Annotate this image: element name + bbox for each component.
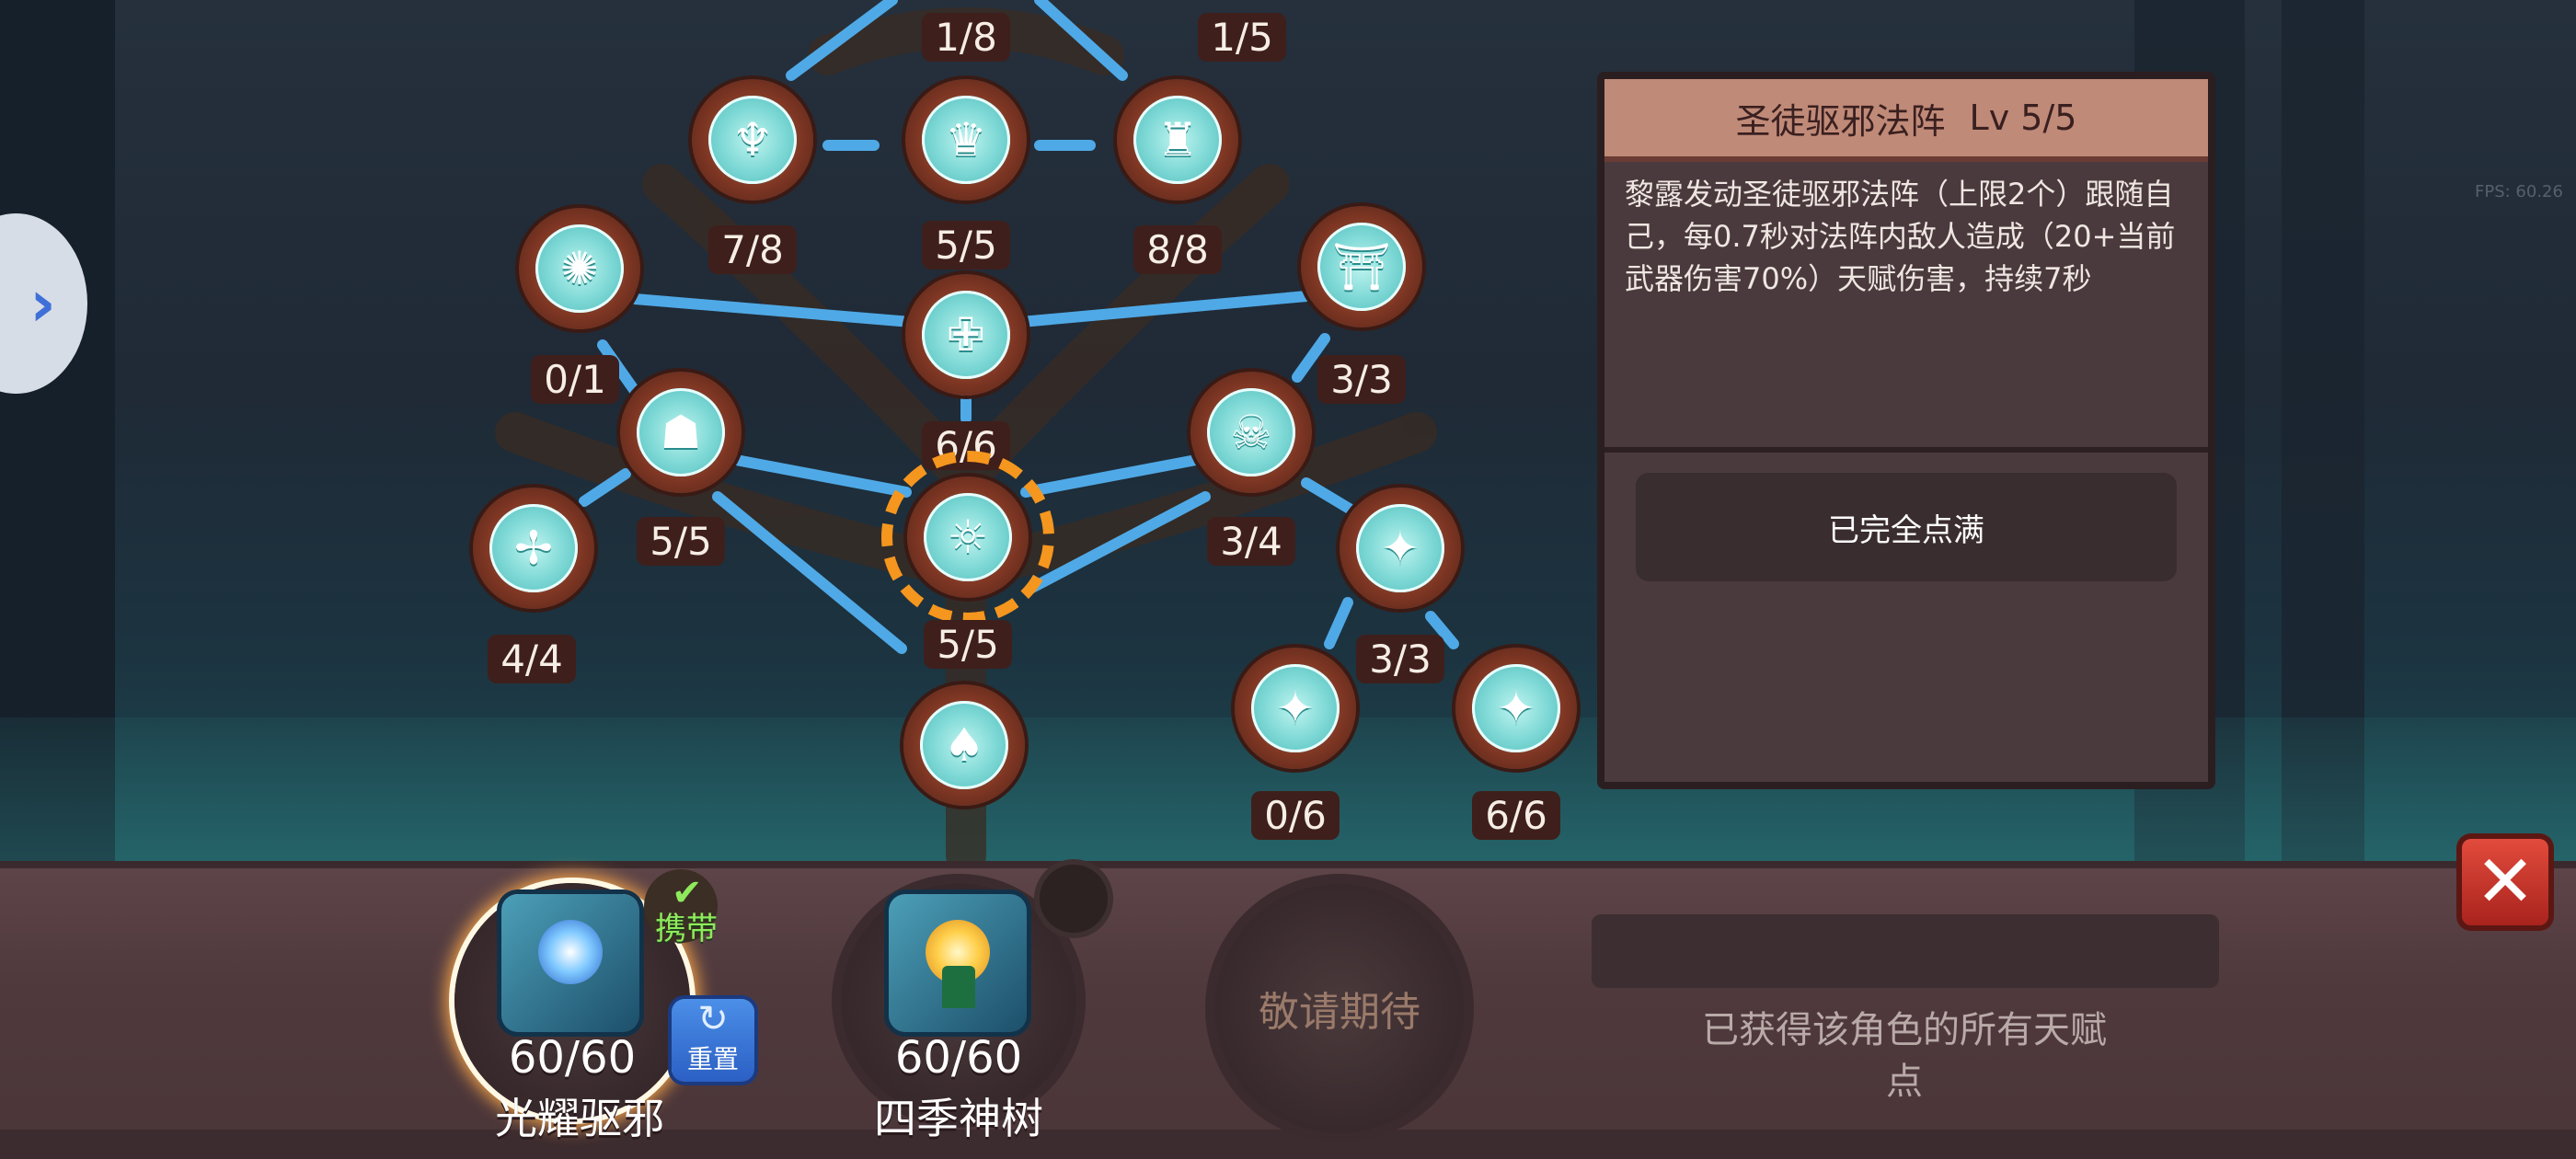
- reset-button[interactable]: ↻ 重置: [672, 999, 754, 1082]
- shrine-icon: ☗: [660, 406, 702, 459]
- node-level-label: 3/4: [1207, 517, 1295, 566]
- talent-node-skull[interactable]: ☠: [1190, 372, 1312, 493]
- node-level-label: 0/6: [1251, 791, 1340, 840]
- reset-icon: ↻: [697, 998, 729, 1040]
- coming-soon-label: 敬请期待: [1259, 989, 1420, 1036]
- reset-label: 重置: [686, 1044, 739, 1074]
- maxed-status-button[interactable]: 已完全点满: [1636, 473, 2177, 581]
- talent-title: 圣徒驱邪法阵: [1735, 100, 1946, 142]
- game-scene: 1/8 1/5 ♆ 7/8 ♛ 5/5 ♜ 8/8 ✺ 0/1 ✙ 6/6 ⛩ …: [0, 0, 2576, 1159]
- altar-icon: ⛩: [1332, 240, 1391, 293]
- crown-icon: ♛: [945, 113, 987, 166]
- info-field: [1592, 914, 2219, 988]
- holy-circle-icon: ☼: [947, 511, 989, 564]
- skull-icon: ☠: [1230, 406, 1272, 459]
- talent-level: Lv 5/5: [1969, 98, 2077, 138]
- talent-info-panel: 圣徒驱邪法阵 Lv 5/5 黎露发动圣徒驱邪法阵（上限2个）跟随自己，每0.7秒…: [1597, 72, 2215, 789]
- carry-label: 携带: [655, 911, 718, 947]
- node-level-label: 3/3: [1317, 355, 1406, 404]
- ghost-icon: ♠: [943, 718, 985, 772]
- talent-node-rune[interactable]: ✢: [473, 488, 594, 609]
- talent-node-spark[interactable]: ✦: [1235, 648, 1356, 769]
- talent-node-altar[interactable]: ⛩: [1301, 206, 1422, 327]
- spark-icon: ✦: [1276, 682, 1315, 735]
- node-level-label: 1/5: [1198, 13, 1286, 62]
- close-icon: ✕: [2475, 841, 2536, 924]
- talent-node-angel[interactable]: ♆: [692, 79, 813, 201]
- angel-icon: ♆: [731, 113, 774, 166]
- close-button[interactable]: ✕: [2462, 839, 2548, 925]
- panel-header: 圣徒驱邪法阵 Lv 5/5: [1604, 79, 2208, 162]
- node-level-label: 0/1: [531, 355, 619, 404]
- talent-description: 黎露发动圣徒驱邪法阵（上限2个）跟随自己，每0.7秒对法阵内敌人造成（20+当前…: [1625, 177, 2176, 296]
- talent-node-spiral[interactable]: ✺: [519, 208, 640, 329]
- holy-book-icon: [501, 894, 639, 1032]
- node-level-label: 7/8: [708, 225, 797, 274]
- talent-node-priest[interactable]: ✙: [905, 274, 1027, 396]
- panel-divider: [1604, 447, 2208, 453]
- node-level-label: 5/5: [924, 620, 1012, 669]
- book-name: 光耀驱邪: [495, 1094, 664, 1143]
- spark-icon: ✦: [1381, 522, 1420, 575]
- node-level-label: 5/5: [637, 517, 725, 566]
- node-level-label: 1/8: [922, 13, 1010, 62]
- node-level-label: 3/3: [1356, 635, 1444, 683]
- talent-node-crown[interactable]: ♛: [905, 79, 1027, 201]
- priest-icon: ✙: [947, 308, 985, 361]
- node-level-label: 8/8: [1133, 225, 1222, 274]
- talent-node-guardian[interactable]: ♜: [1117, 79, 1238, 201]
- talent-node-spark[interactable]: ✦: [1340, 488, 1461, 609]
- talent-node-spark[interactable]: ✦: [1455, 648, 1577, 769]
- chevron-left-icon: ›: [29, 266, 56, 341]
- book-points: 60/60: [508, 1032, 637, 1084]
- coming-soon-slot: 敬请期待: [1214, 883, 1465, 1133]
- fps-counter: FPS: 60.26: [2475, 182, 2563, 201]
- book-points: 60/60: [894, 1032, 1023, 1084]
- spark-icon: ✦: [1497, 682, 1535, 735]
- node-level-label: 4/4: [488, 635, 576, 683]
- talent-node-ghost[interactable]: ♠: [903, 684, 1025, 806]
- spiral-icon: ✺: [560, 242, 599, 295]
- talent-node-shrine[interactable]: ☗: [620, 372, 742, 493]
- node-level-label: 6/6: [1472, 791, 1560, 840]
- talent-node-selected[interactable]: ☼: [881, 451, 1054, 624]
- tree-book-icon: [889, 894, 1027, 1032]
- book-name: 四季神树: [874, 1094, 1043, 1143]
- indicator-dot: [1040, 865, 1108, 933]
- all-points-earned-text: 已获得该角色的所有天赋点: [1702, 1009, 2107, 1103]
- rune-icon: ✢: [514, 522, 553, 575]
- guardian-icon: ♜: [1156, 113, 1199, 166]
- node-level-label: 5/5: [922, 221, 1010, 270]
- bottom-stripe: [0, 1130, 2576, 1159]
